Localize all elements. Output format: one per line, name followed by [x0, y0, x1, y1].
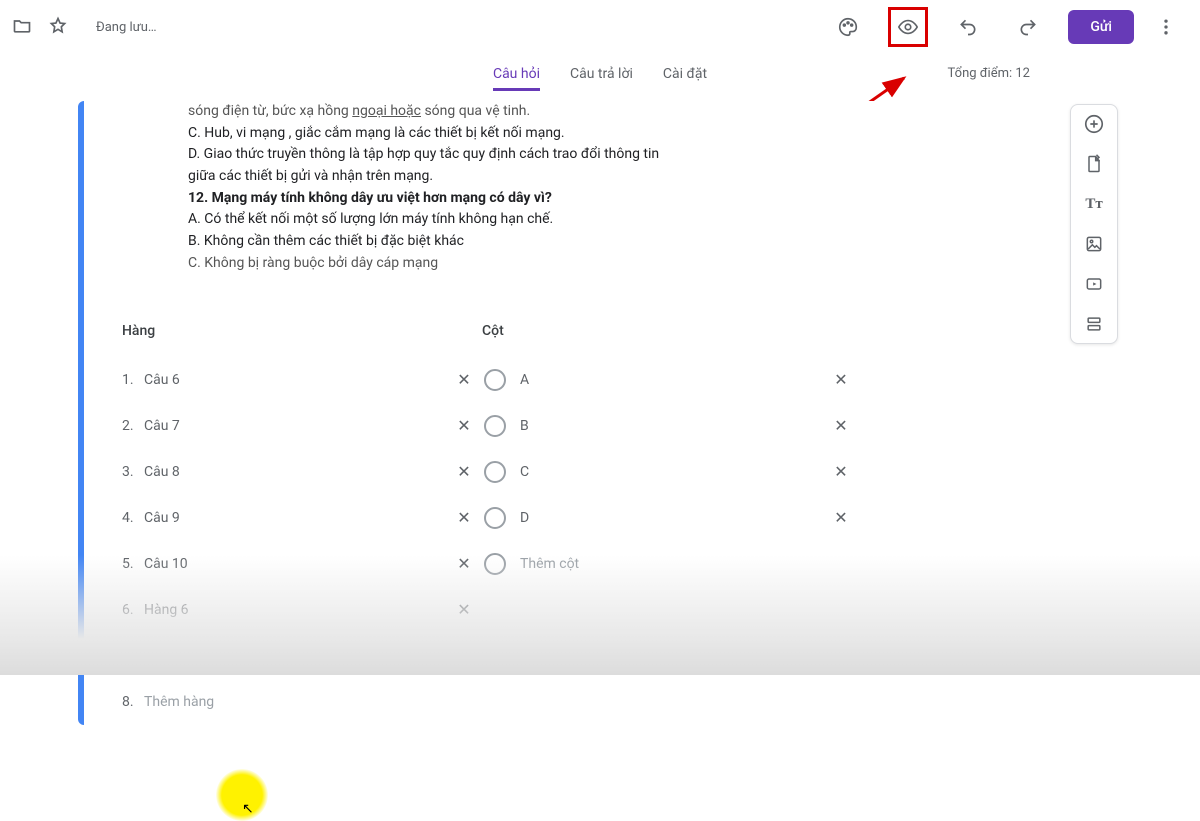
bottom-fade	[0, 555, 1200, 675]
more-menu-icon[interactable]	[1154, 15, 1178, 39]
send-button[interactable]: Gửi	[1068, 10, 1134, 44]
star-icon[interactable]	[48, 16, 70, 38]
add-title-icon[interactable]: Tᴛ	[1083, 193, 1105, 215]
add-video-icon[interactable]	[1083, 273, 1105, 295]
tab-settings[interactable]: Cài đặt	[663, 66, 707, 91]
add-row-label[interactable]: Thêm hàng	[144, 694, 444, 710]
cols-header: Cột	[482, 323, 504, 339]
remove-column-icon[interactable]	[822, 416, 860, 435]
add-question-icon[interactable]	[1083, 113, 1105, 135]
cursor-highlight	[216, 769, 268, 821]
remove-column-icon[interactable]	[822, 370, 860, 389]
add-image-icon[interactable]	[1083, 233, 1105, 255]
row-label[interactable]: Câu 9	[144, 510, 444, 526]
remove-row-icon[interactable]	[444, 370, 484, 389]
row-label[interactable]: Câu 8	[144, 464, 444, 480]
column-label[interactable]: D	[520, 510, 822, 526]
column-label[interactable]: C	[520, 464, 822, 480]
add-section-icon[interactable]	[1083, 313, 1105, 335]
undo-icon[interactable]	[948, 7, 988, 47]
row-label[interactable]: Câu 6	[144, 372, 444, 388]
column-radio-icon	[484, 461, 506, 483]
move-folder-icon[interactable]	[12, 16, 34, 38]
row-index: 1.	[122, 372, 144, 388]
import-question-icon[interactable]	[1083, 153, 1105, 175]
row-index: 2.	[122, 418, 144, 434]
remove-column-icon[interactable]	[822, 462, 860, 481]
cursor-icon: ↖	[242, 801, 254, 817]
saving-status: Đang lưu…	[96, 20, 157, 35]
palette-icon[interactable]	[828, 7, 868, 47]
column-label[interactable]: A	[520, 372, 822, 388]
row-index: 4.	[122, 510, 144, 526]
rows-header: Hàng	[122, 323, 482, 339]
tab-responses[interactable]: Câu trả lời	[570, 66, 633, 91]
column-radio-icon	[484, 507, 506, 529]
column-radio-icon	[484, 415, 506, 437]
row-index: 3.	[122, 464, 144, 480]
row-index: 8.	[122, 694, 144, 710]
redo-icon[interactable]	[1008, 7, 1048, 47]
column-radio-icon	[484, 369, 506, 391]
column-label[interactable]: B	[520, 418, 822, 434]
preview-icon[interactable]	[888, 7, 928, 47]
tab-questions[interactable]: Câu hỏi	[493, 66, 540, 91]
total-score: Tổng điểm: 12	[948, 66, 1030, 81]
remove-row-icon[interactable]	[444, 508, 484, 527]
question-description: sóng điện từ, bức xạ hồng ngoại hoặc són…	[78, 101, 1050, 295]
row-label[interactable]: Câu 7	[144, 418, 444, 434]
remove-row-icon[interactable]	[444, 416, 484, 435]
floating-toolbar: Tᴛ	[1070, 104, 1118, 344]
remove-column-icon[interactable]	[822, 508, 860, 527]
remove-row-icon[interactable]	[444, 462, 484, 481]
